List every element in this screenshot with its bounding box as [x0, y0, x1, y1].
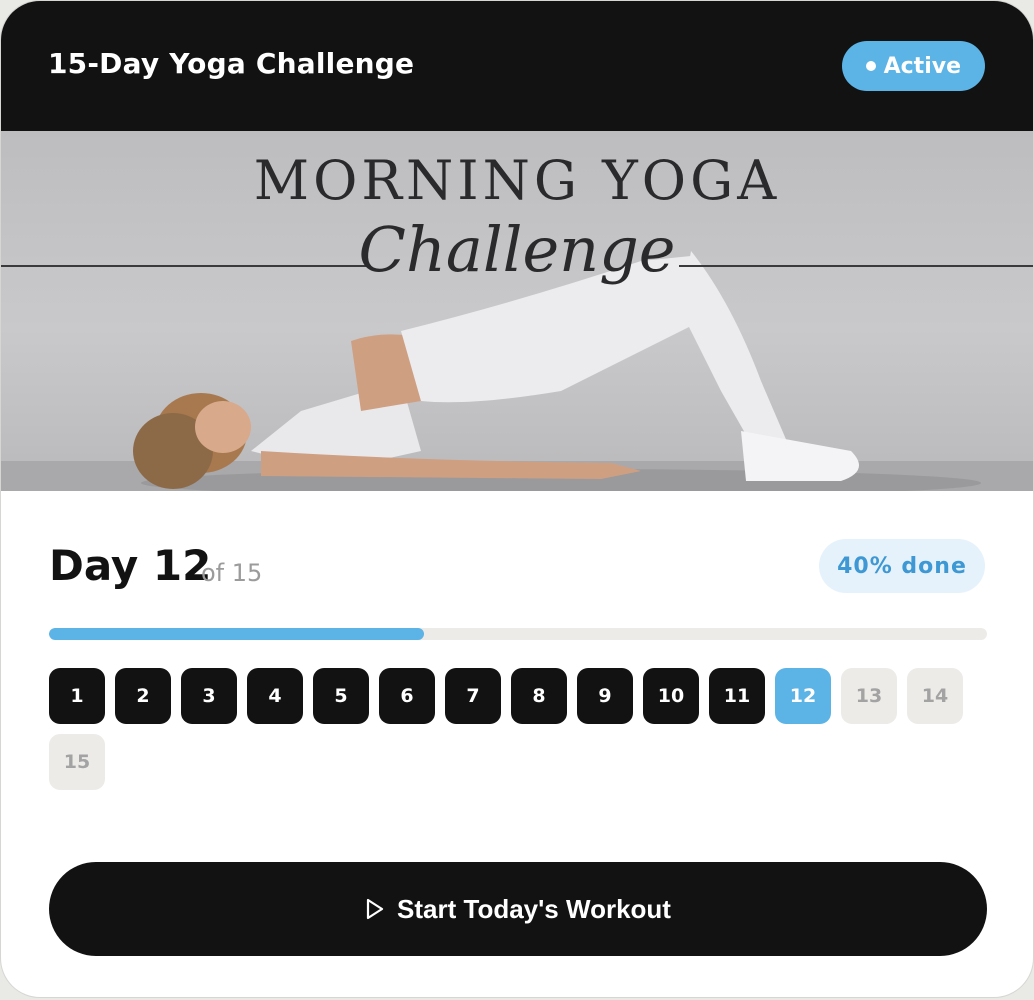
day-cell-14[interactable]: 14: [907, 668, 963, 724]
day-cell-4[interactable]: 4: [247, 668, 303, 724]
day-cell-15[interactable]: 15: [49, 734, 105, 790]
start-workout-label: Start Today's Workout: [397, 893, 671, 924]
day-cell-7[interactable]: 7: [445, 668, 501, 724]
day-cell-8[interactable]: 8: [511, 668, 567, 724]
start-workout-button[interactable]: Start Today's Workout: [49, 862, 987, 956]
play-icon: [365, 898, 385, 920]
day-cell-13[interactable]: 13: [841, 668, 897, 724]
progress-bar-fill: [49, 628, 425, 640]
banner-subtitle: Challenge: [358, 213, 676, 286]
day-cell-1[interactable]: 1: [49, 668, 105, 724]
day-cell-12[interactable]: 12: [775, 668, 831, 724]
day-cell-10[interactable]: 10: [643, 668, 699, 724]
day-cell-2[interactable]: 2: [115, 668, 171, 724]
day-cell-6[interactable]: 6: [379, 668, 435, 724]
progress-bar: [49, 628, 987, 640]
progress-percent-badge: 40% done: [819, 539, 985, 593]
day-cell-9[interactable]: 9: [577, 668, 633, 724]
day-grid: 1 2 3 4 5 6 7 8 9 10 11 12 13 14 15: [49, 668, 989, 790]
challenge-title: 15-Day Yoga Challenge: [48, 47, 415, 80]
day-cell-3[interactable]: 3: [181, 668, 237, 724]
total-days-label: of 15: [201, 559, 263, 587]
challenge-banner-image: MORNING YOGA Challenge: [1, 131, 1033, 491]
banner-title: MORNING YOGA: [253, 149, 781, 212]
card-header: 15-Day Yoga Challenge Active: [1, 1, 1033, 131]
challenge-card: 15-Day Yoga Challenge Active MORNING YOG…: [0, 0, 1034, 998]
current-day-title: Day 12: [49, 541, 212, 590]
day-cell-5[interactable]: 5: [313, 668, 369, 724]
status-dot-icon: [865, 61, 876, 71]
day-cell-11[interactable]: 11: [709, 668, 765, 724]
status-badge: Active: [841, 41, 985, 91]
status-label: Active: [883, 53, 961, 79]
